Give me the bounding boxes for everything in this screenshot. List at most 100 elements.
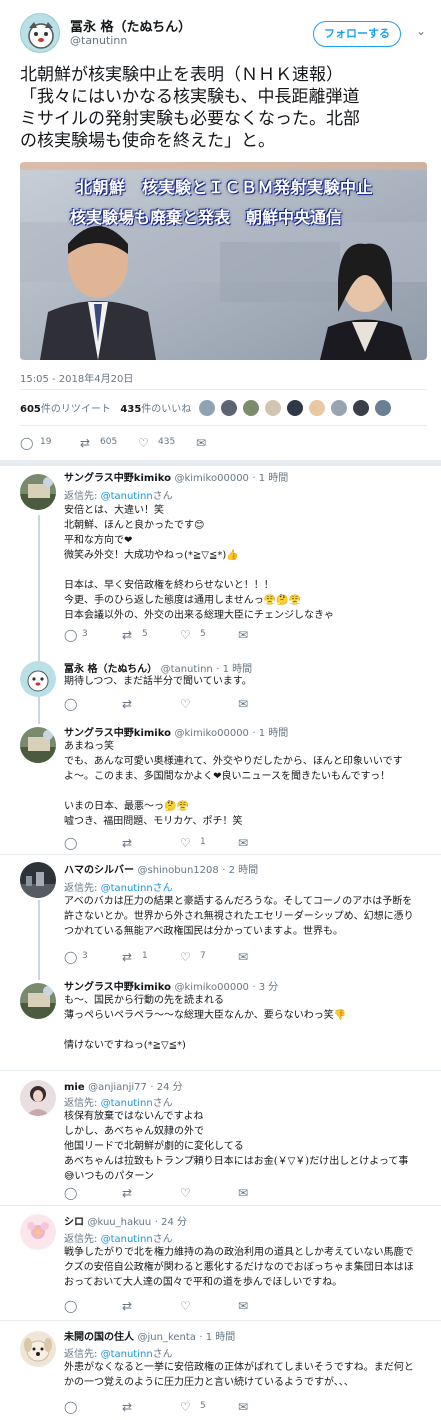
reply-line: つかれている無能アベ政権国民は分かっていますよ。世界も。 bbox=[64, 926, 343, 937]
landscape-avatar-icon bbox=[20, 986, 56, 1019]
author-avatar[interactable] bbox=[20, 13, 60, 53]
reply-count: 19 bbox=[40, 437, 52, 447]
reply-line: 日本は、早く安倍政権を終わらせないと！！！ bbox=[64, 580, 274, 591]
reply-line: 情けないですねっ(*≧▽≦*) bbox=[64, 1040, 186, 1051]
reply-to-link[interactable]: @tanutinn bbox=[101, 1098, 153, 1109]
author-name[interactable]: 冨永 格（たぬちん） bbox=[70, 16, 191, 35]
reply-author-handle[interactable]: @kimiko00000 bbox=[174, 982, 248, 993]
reply-to-label: 返信先: bbox=[64, 491, 101, 502]
liker-avatar[interactable] bbox=[374, 399, 392, 417]
thread-line bbox=[38, 694, 40, 724]
reply-author-handle[interactable]: @shinobun1208 bbox=[137, 865, 218, 876]
reply-avatar[interactable] bbox=[20, 1331, 56, 1367]
like-count[interactable]: 435 bbox=[120, 404, 141, 415]
retweet-count[interactable]: 605 bbox=[20, 404, 41, 415]
like-count: 5 bbox=[200, 1401, 206, 1411]
reply-to-link[interactable]: @tanutinn bbox=[101, 1349, 153, 1360]
reply-text: アベのバカは圧力の結果と豪語するんだろうな。そしてコーノのアホは予断を 許さない… bbox=[64, 894, 414, 939]
liker-avatar[interactable] bbox=[286, 399, 304, 417]
reply-line: 微笑み外交！大成功やねっ(*≧▽≦*)👍 bbox=[64, 550, 239, 561]
reply-time[interactable]: · 3 分 bbox=[252, 982, 278, 993]
reply-author-name[interactable]: 未開の国の住人 bbox=[64, 1332, 134, 1343]
reply-time[interactable]: · 1 時間 bbox=[252, 728, 288, 739]
like-action-count: 435 bbox=[158, 437, 176, 447]
reply-to: 返信先: @tanutinnさん bbox=[64, 1230, 173, 1245]
separator bbox=[0, 1320, 441, 1321]
retweet-count: 1 bbox=[142, 951, 148, 961]
reply-author-name[interactable]: mie bbox=[64, 1082, 85, 1093]
reply-author-name[interactable]: サングラス中野kimiko bbox=[64, 982, 171, 993]
reply-to-suffix: さん bbox=[152, 1098, 173, 1109]
reply-to: 返信先: @tanutinnさん bbox=[64, 879, 173, 894]
chevron-down-icon[interactable]: ⌄ bbox=[416, 24, 426, 38]
reply-text: 期待しつつ、まだ話半分で聞いています。 bbox=[64, 674, 252, 689]
reply-line: アベのバカは圧力の結果と豪語するんだろうな。そしてコーノのアホは予断を bbox=[64, 896, 413, 907]
reply-time[interactable]: · 1 時間 bbox=[199, 1332, 235, 1343]
retweet-count-label[interactable]: 件のリツイート bbox=[41, 404, 111, 415]
reply-line: よ〜。このまま、多国間なかよく❤良いニュースを聞きたいもんですっ！ bbox=[64, 771, 391, 782]
reply-line: 期待しつつ、まだ話半分で聞いています。 bbox=[64, 676, 252, 687]
tweet-actions: ◯ 19 ⇄ 605 ♡ 435 ✉ bbox=[20, 436, 260, 452]
reply-avatar[interactable] bbox=[20, 862, 56, 898]
divider bbox=[20, 425, 427, 426]
landscape-avatar-icon bbox=[20, 477, 56, 510]
liker-avatar[interactable] bbox=[264, 399, 282, 417]
reply-to: 返信先: @tanutinnさん bbox=[64, 487, 173, 502]
liker-avatar[interactable] bbox=[220, 399, 238, 417]
tweet-timestamp[interactable]: 15:05 - 2018年4月20日 bbox=[20, 370, 133, 385]
reply-to-label: 返信先: bbox=[64, 1098, 101, 1109]
reply-time[interactable]: · 24 分 bbox=[155, 1217, 187, 1228]
night-city-avatar-icon bbox=[20, 872, 56, 898]
reply-line: 他国リードで北朝鮮が劇的に変化してる bbox=[64, 1141, 244, 1152]
reply-time[interactable]: · 2 時間 bbox=[222, 865, 258, 876]
liker-avatar[interactable] bbox=[198, 399, 216, 417]
reply-to-link[interactable]: @tanutinn bbox=[101, 491, 153, 502]
reply-text: 外患がなくなると一挙に安倍政権の正体がばれてしまいそうですね。まだ何と かの一つ… bbox=[64, 1360, 414, 1390]
reply-avatar[interactable] bbox=[20, 727, 56, 763]
reply-header: mie @anjianji77 · 24 分 bbox=[64, 1078, 183, 1093]
like-count: 7 bbox=[200, 951, 206, 961]
reply-line bbox=[64, 563, 334, 578]
reply-time[interactable]: · 24 分 bbox=[150, 1082, 182, 1093]
reply-to-link[interactable]: @tanutinn bbox=[101, 1234, 153, 1245]
reply-line: あべちゃんは拉致もトランプ頼り日本にはお金(￥▽￥)だけ出しとけよって事 bbox=[64, 1156, 409, 1167]
reply-avatar[interactable] bbox=[20, 1080, 56, 1116]
tweet-media-image[interactable]: 北朝鮮 核実験とＩＣＢＭ発射実験中止 核実験場も廃棄と発表 朝鮮中央通信 bbox=[20, 162, 427, 360]
reply-author-name[interactable]: ハマのシルバー bbox=[64, 865, 134, 876]
reply-avatar[interactable] bbox=[20, 983, 56, 1019]
author-handle[interactable]: @tanutinn bbox=[70, 34, 127, 47]
reply-author-handle[interactable]: @kimiko00000 bbox=[174, 728, 248, 739]
reply-author-name[interactable]: サングラス中野kimiko bbox=[64, 728, 171, 739]
liker-avatar[interactable] bbox=[308, 399, 326, 417]
retweet-action-count: 605 bbox=[100, 437, 118, 447]
reply-author-name[interactable]: シロ bbox=[64, 1217, 84, 1228]
thread-line bbox=[38, 515, 40, 665]
liker-avatar[interactable] bbox=[330, 399, 348, 417]
reply-author-handle[interactable]: @jun_kenta bbox=[137, 1332, 195, 1343]
tanuki-avatar-icon bbox=[27, 670, 49, 692]
reply-line: おっておいて大人達の国々で平和の道を歩んでほしいですね。 bbox=[64, 1277, 343, 1288]
reply-actions: ◯ ⇄ ♡ ✉ bbox=[64, 1186, 249, 1200]
reply-avatar[interactable] bbox=[20, 1214, 56, 1250]
reply-time[interactable]: · 1 時間 bbox=[252, 473, 288, 484]
like-count-label[interactable]: 件のいいね bbox=[141, 404, 191, 415]
reply-avatar[interactable] bbox=[20, 661, 56, 697]
reply-header: サングラス中野kimiko @kimiko00000 · 1 時間 bbox=[64, 469, 288, 484]
reply-author-handle[interactable]: @anjianji77 bbox=[88, 1082, 147, 1093]
reply-author-name[interactable]: サングラス中野kimiko bbox=[64, 473, 171, 484]
follow-button[interactable]: フォローする bbox=[313, 21, 401, 47]
reply-author-handle[interactable]: @kimiko00000 bbox=[174, 473, 248, 484]
reply-author-handle[interactable]: @kuu_hakuu bbox=[87, 1217, 151, 1228]
reply-count: 3 bbox=[82, 951, 88, 961]
reply-header: シロ @kuu_hakuu · 24 分 bbox=[64, 1213, 187, 1228]
reply-text: あまねっ笑 でも、あんな可愛い奥様連れて、外交やりだしたから、ほんと印象いいです… bbox=[64, 739, 403, 829]
reply-text: 戦争したがりで北を権力維持の為の政治利用の道具としか考えていない馬鹿で クズの安… bbox=[64, 1245, 414, 1290]
reply-to-link[interactable]: @tanutinnさん bbox=[101, 883, 173, 894]
reply-line: 😅いつものパターン bbox=[64, 1171, 154, 1182]
liker-avatar[interactable] bbox=[352, 399, 370, 417]
retweet-count: 5 bbox=[142, 629, 148, 639]
liker-avatar[interactable] bbox=[242, 399, 260, 417]
reply-line: 日本会議以外の、外交の出来る総理大臣にチェンジしなきゃ bbox=[64, 610, 334, 621]
tweet-text: 北朝鮮が核実験中止を表明（ＮＨＫ速報） 「我々にはいかなる核実験も、中長距離弾道… bbox=[20, 64, 430, 152]
reply-avatar[interactable] bbox=[20, 474, 56, 510]
